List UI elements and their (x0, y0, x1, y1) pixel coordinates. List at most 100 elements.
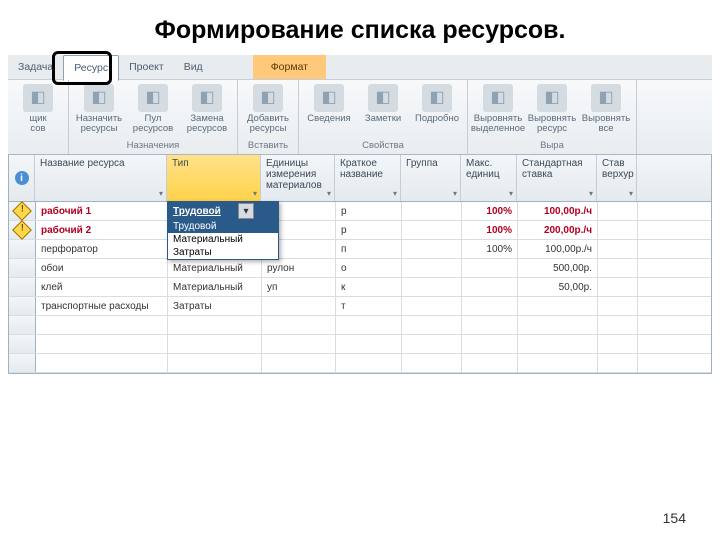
dropdown-selected[interactable]: Трудовой ▾ (168, 202, 278, 220)
table-row[interactable]: перфораторп100%100,00р./ч (9, 240, 711, 259)
tab-Ресурс[interactable]: Ресурс (63, 55, 119, 81)
cell-empty[interactable] (402, 335, 462, 353)
tab-format[interactable]: Формат (253, 55, 326, 79)
column-header-over[interactable]: Ставверхур▾ (597, 155, 637, 201)
cell-empty[interactable] (168, 316, 262, 334)
column-header-short[interactable]: Краткоеназвание▾ (335, 155, 401, 201)
cell-short[interactable]: к (336, 278, 402, 296)
cell-empty[interactable] (262, 335, 336, 353)
ribbon-button[interactable]: ◧Выровнятьвыделенное (474, 82, 522, 135)
ribbon-button[interactable]: ◧Выровнятьресурс (528, 82, 576, 135)
ribbon-button[interactable]: ◧Сведения (305, 82, 353, 124)
cell-max[interactable] (462, 259, 518, 277)
cell-max[interactable]: 100% (462, 202, 518, 220)
cell-group[interactable] (402, 297, 462, 315)
column-header-info[interactable]: i (9, 155, 35, 201)
cell-group[interactable] (402, 240, 462, 258)
cell-empty[interactable] (36, 354, 168, 372)
cell-max[interactable] (462, 278, 518, 296)
ribbon-button[interactable]: ◧Заменаресурсов (183, 82, 231, 135)
cell-name[interactable]: клей (36, 278, 168, 296)
cell-empty[interactable] (462, 316, 518, 334)
cell-rate[interactable]: 50,00р. (518, 278, 598, 296)
cell-empty[interactable] (402, 354, 462, 372)
cell-type[interactable]: Материальный (168, 278, 262, 296)
ribbon-button[interactable]: ◧Назначитьресурсы (75, 82, 123, 135)
column-header-unit[interactable]: Единицыизмеренияматериалов▾ (261, 155, 335, 201)
chevron-down-icon[interactable]: ▾ (238, 203, 254, 219)
cell-short[interactable]: р (336, 221, 402, 239)
cell-empty[interactable] (36, 316, 168, 334)
dropdown-option[interactable]: Материальный (168, 233, 278, 246)
tab-Вид[interactable]: Вид (174, 55, 213, 79)
cell-empty[interactable] (462, 335, 518, 353)
cell-rate[interactable]: 100,00р./ч (518, 240, 598, 258)
sort-icon[interactable]: ▾ (159, 189, 163, 198)
cell-empty[interactable] (518, 335, 598, 353)
cell-rate[interactable]: 200,00р./ч (518, 221, 598, 239)
cell-short[interactable]: р (336, 202, 402, 220)
cell-over[interactable] (598, 221, 638, 239)
table-row[interactable]: обоиМатериальныйрулоно 500,00р. (9, 259, 711, 278)
cell-group[interactable] (402, 278, 462, 296)
tab-Проект[interactable]: Проект (119, 55, 174, 79)
cell-over[interactable] (598, 240, 638, 258)
ribbon-button[interactable]: ◧Выровнятьвсе (582, 82, 630, 135)
cell-over[interactable] (598, 297, 638, 315)
cell-short[interactable]: т (336, 297, 402, 315)
sort-icon[interactable]: ▾ (253, 189, 257, 198)
cell-type[interactable]: Материальный (168, 259, 262, 277)
cell-name[interactable]: рабочий 2 (36, 221, 168, 239)
cell-empty[interactable] (598, 316, 638, 334)
cell-empty[interactable] (36, 335, 168, 353)
dropdown-option[interactable]: Трудовой (168, 220, 278, 233)
cell-unit[interactable] (262, 297, 336, 315)
column-header-group[interactable]: Группа▾ (401, 155, 461, 201)
table-row[interactable]: рабочий 1Трудовойр100%100,00р./ч (9, 202, 711, 221)
cell-group[interactable] (402, 259, 462, 277)
ribbon-button[interactable]: ◧щиксов (14, 82, 62, 135)
sort-icon[interactable]: ▾ (509, 189, 513, 198)
cell-group[interactable] (402, 202, 462, 220)
sort-icon[interactable]: ▾ (393, 189, 397, 198)
column-header-max[interactable]: Макс.единиц▾ (461, 155, 517, 201)
cell-max[interactable]: 100% (462, 240, 518, 258)
cell-over[interactable] (598, 278, 638, 296)
cell-unit[interactable]: уп (262, 278, 336, 296)
cell-rate[interactable] (518, 297, 598, 315)
table-row-empty[interactable] (9, 316, 711, 335)
cell-max[interactable] (462, 297, 518, 315)
table-row-empty[interactable] (9, 354, 711, 373)
sort-icon[interactable]: ▾ (629, 189, 633, 198)
column-header-rate[interactable]: Стандартнаяставка▾ (517, 155, 597, 201)
sort-icon[interactable]: ▾ (589, 189, 593, 198)
dropdown-option[interactable]: Затраты (168, 246, 278, 259)
cell-empty[interactable] (598, 354, 638, 372)
cell-empty[interactable] (336, 316, 402, 334)
cell-short[interactable]: п (336, 240, 402, 258)
cell-over[interactable] (598, 259, 638, 277)
cell-name[interactable]: обои (36, 259, 168, 277)
sort-icon[interactable]: ▾ (327, 189, 331, 198)
cell-empty[interactable] (518, 316, 598, 334)
ribbon-button[interactable]: ◧Добавитьресурсы (244, 82, 292, 135)
cell-empty[interactable] (168, 335, 262, 353)
cell-short[interactable]: о (336, 259, 402, 277)
cell-max[interactable]: 100% (462, 221, 518, 239)
cell-rate[interactable]: 500,00р. (518, 259, 598, 277)
tab-Задача[interactable]: Задача (8, 55, 63, 79)
ribbon-button[interactable]: ◧Заметки (359, 82, 407, 124)
ribbon-button[interactable]: ◧Пулресурсов (129, 82, 177, 135)
cell-empty[interactable] (462, 354, 518, 372)
cell-unit[interactable]: рулон (262, 259, 336, 277)
column-header-type[interactable]: Тип▾ (167, 155, 261, 201)
cell-empty[interactable] (336, 354, 402, 372)
table-row[interactable]: клейМатериальныйупк 50,00р. (9, 278, 711, 297)
ribbon-button[interactable]: ◧Подробно (413, 82, 461, 124)
cell-empty[interactable] (336, 335, 402, 353)
cell-empty[interactable] (518, 354, 598, 372)
cell-empty[interactable] (168, 354, 262, 372)
cell-empty[interactable] (262, 316, 336, 334)
cell-empty[interactable] (402, 316, 462, 334)
cell-over[interactable] (598, 202, 638, 220)
